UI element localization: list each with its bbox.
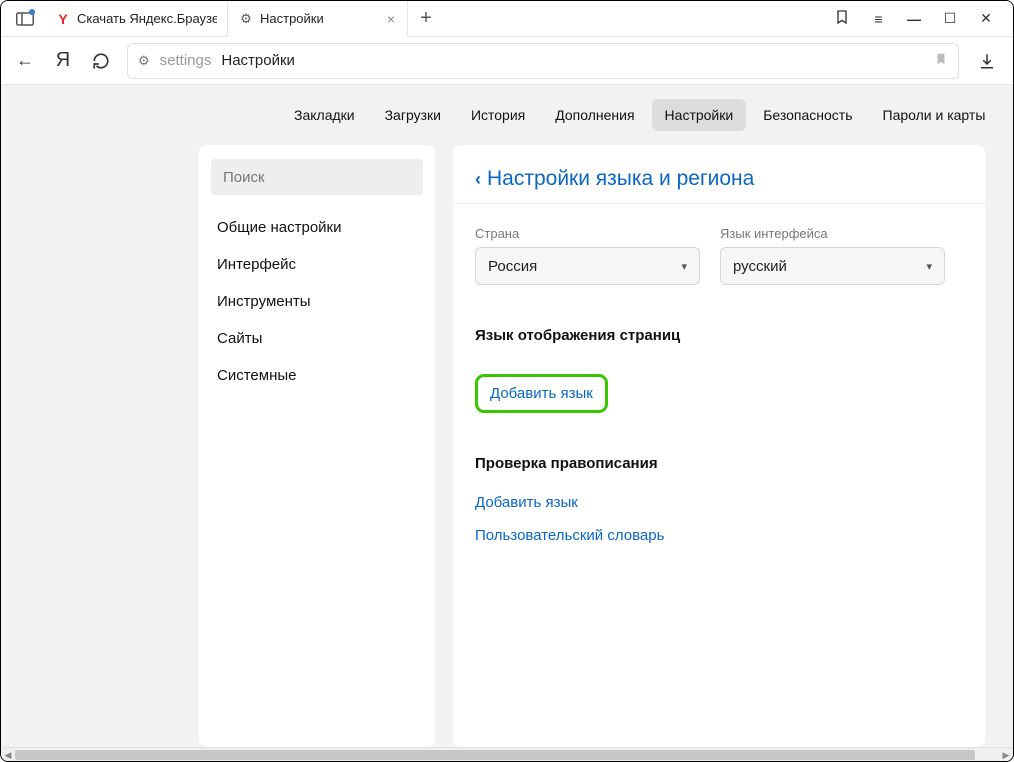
reload-button[interactable] bbox=[89, 49, 113, 73]
ui-lang-label: Язык интерфейса bbox=[720, 226, 945, 241]
country-select[interactable]: Россия ▾ bbox=[475, 247, 700, 285]
topnav-history[interactable]: История bbox=[458, 99, 538, 131]
yandex-favicon-icon: Y bbox=[55, 11, 71, 27]
settings-search-input[interactable]: Поиск bbox=[211, 159, 423, 195]
settings-sidebar: Поиск Общие настройки Интерфейс Инструме… bbox=[199, 145, 435, 747]
country-label: Страна bbox=[475, 226, 700, 241]
search-placeholder: Поиск bbox=[223, 169, 265, 186]
back-button[interactable]: ← bbox=[13, 49, 37, 73]
country-value: Россия bbox=[488, 258, 537, 275]
browser-toolbar: ← Я ⚙ settings Настройки bbox=[1, 37, 1013, 85]
window-close-button[interactable]: ✕ bbox=[977, 10, 995, 27]
tab-item[interactable]: Y Скачать Яндекс.Браузер д bbox=[45, 1, 228, 37]
address-title: Настройки bbox=[221, 52, 295, 69]
settings-top-nav: Закладки Загрузки История Дополнения Нас… bbox=[1, 85, 1013, 145]
close-tab-icon[interactable]: × bbox=[385, 11, 397, 27]
tab-label: Скачать Яндекс.Браузер д bbox=[77, 11, 217, 26]
divider bbox=[453, 203, 985, 204]
sidebar-item-general[interactable]: Общие настройки bbox=[211, 209, 423, 246]
sidebar-notification-dot bbox=[29, 9, 35, 15]
sidebar-item-system[interactable]: Системные bbox=[211, 357, 423, 394]
page-content: Закладки Загрузки История Дополнения Нас… bbox=[1, 85, 1013, 747]
sidebar-item-interface[interactable]: Интерфейс bbox=[211, 246, 423, 283]
ui-lang-value: русский bbox=[733, 258, 787, 275]
user-dictionary-link[interactable]: Пользовательский словарь bbox=[475, 527, 963, 544]
home-button[interactable]: Я bbox=[51, 49, 75, 73]
chevron-down-icon: ▾ bbox=[681, 260, 687, 273]
window-maximize-button[interactable]: ☐ bbox=[941, 10, 959, 27]
bookmark-icon[interactable] bbox=[934, 52, 948, 70]
chevron-down-icon: ▾ bbox=[926, 260, 932, 273]
address-bar[interactable]: ⚙ settings Настройки bbox=[127, 43, 959, 79]
scrollbar-thumb[interactable] bbox=[15, 750, 975, 760]
page-title: Настройки языка и региона bbox=[487, 167, 754, 191]
bookmarks-menu-icon[interactable] bbox=[833, 9, 851, 29]
downloads-button[interactable] bbox=[973, 52, 1001, 70]
window-minimize-button[interactable]: — bbox=[905, 11, 923, 27]
new-tab-button[interactable]: + bbox=[408, 1, 444, 37]
chevron-left-icon: ‹ bbox=[475, 169, 481, 190]
scroll-left-arrow-icon[interactable]: ◀ bbox=[1, 748, 15, 762]
section-display-lang: Язык отображения страниц bbox=[475, 327, 963, 344]
gear-icon: ⚙ bbox=[238, 11, 254, 27]
window-controls: ≡ — ☐ ✕ bbox=[833, 9, 1013, 29]
ui-lang-select[interactable]: русский ▾ bbox=[720, 247, 945, 285]
horizontal-scrollbar[interactable]: ◀ ▶ bbox=[1, 747, 1013, 761]
sidebar-item-tools[interactable]: Инструменты bbox=[211, 283, 423, 320]
hamburger-menu-icon[interactable]: ≡ bbox=[869, 11, 887, 27]
page-title-back-link[interactable]: ‹ Настройки языка и региона bbox=[475, 167, 963, 191]
section-spellcheck: Проверка правописания bbox=[475, 455, 963, 472]
sidebar-toggle-button[interactable] bbox=[9, 5, 41, 33]
scroll-right-arrow-icon[interactable]: ▶ bbox=[999, 748, 1013, 762]
tab-label: Настройки bbox=[260, 11, 324, 26]
sidebar-item-sites[interactable]: Сайты bbox=[211, 320, 423, 357]
topnav-settings[interactable]: Настройки bbox=[652, 99, 747, 131]
settings-main-panel: ‹ Настройки языка и региона Страна Росси… bbox=[453, 145, 985, 747]
add-spell-language-link[interactable]: Добавить язык bbox=[475, 494, 963, 511]
add-display-language-link[interactable]: Добавить язык bbox=[475, 374, 608, 413]
topnav-security[interactable]: Безопасность bbox=[750, 99, 865, 131]
topnav-other[interactable]: Други bbox=[1002, 99, 1013, 131]
address-prefix: settings bbox=[160, 52, 212, 69]
topnav-downloads[interactable]: Загрузки bbox=[372, 99, 454, 131]
topnav-passwords[interactable]: Пароли и карты bbox=[870, 99, 999, 131]
topnav-extensions[interactable]: Дополнения bbox=[542, 99, 647, 131]
tab-strip: Y Скачать Яндекс.Браузер д ⚙ Настройки ×… bbox=[1, 1, 1013, 37]
tab-item-active[interactable]: ⚙ Настройки × bbox=[228, 1, 408, 37]
topnav-bookmarks[interactable]: Закладки bbox=[281, 99, 368, 131]
page-icon: ⚙ bbox=[138, 53, 150, 69]
